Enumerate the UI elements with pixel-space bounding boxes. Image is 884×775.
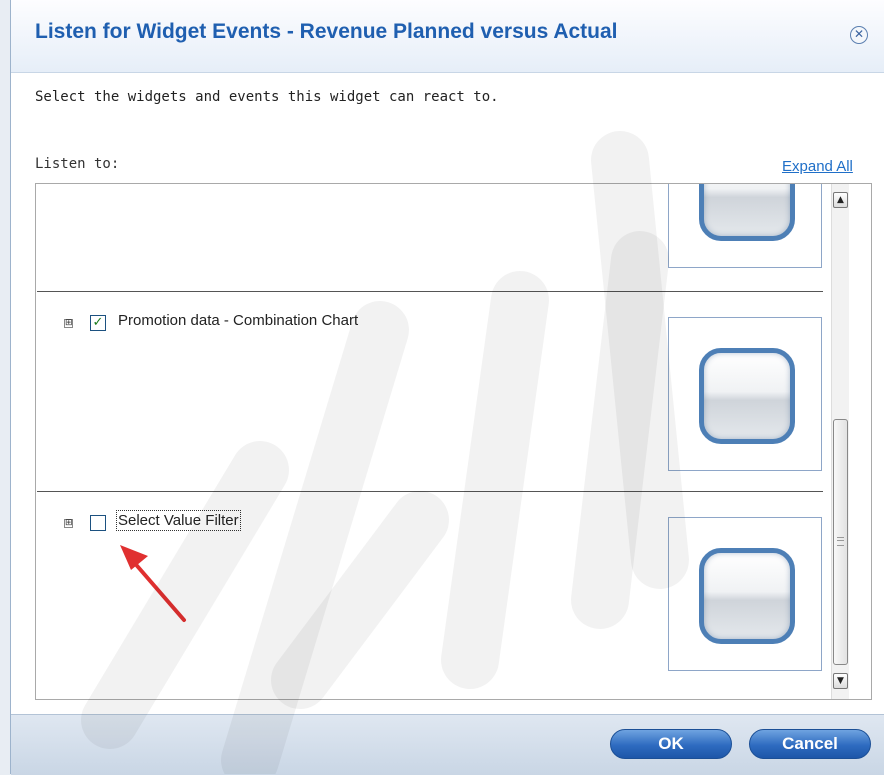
annotation-arrow-icon [120,545,186,622]
